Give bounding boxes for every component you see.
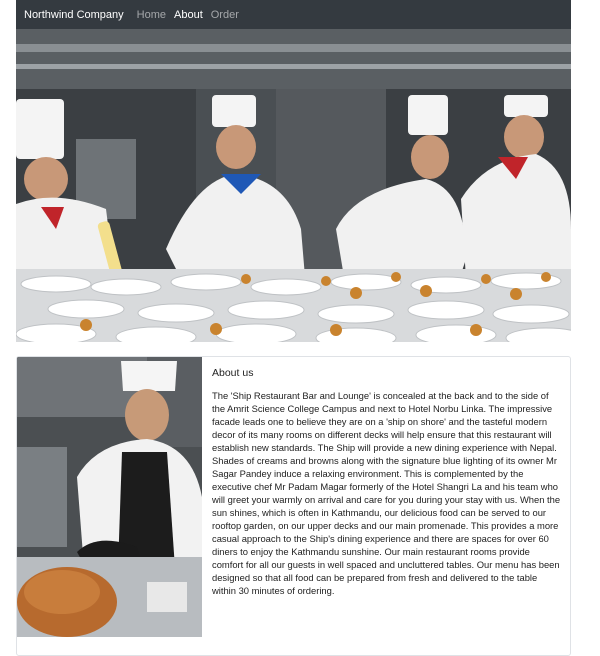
chef-image <box>17 357 202 637</box>
navbar: Northwind Company Home About Order <box>16 0 571 29</box>
nav-link-home[interactable]: Home <box>137 9 166 21</box>
page-container: Northwind Company Home About Order <box>16 0 571 29</box>
hero-image <box>16 29 571 342</box>
nav-link-order[interactable]: Order <box>211 9 239 21</box>
about-card: About us The 'Ship Restaurant Bar and Lo… <box>16 356 571 656</box>
nav-link-about[interactable]: About <box>174 9 203 21</box>
about-paragraph-1: The 'Ship Restaurant Bar and Lounge' is … <box>212 390 557 453</box>
brand-link[interactable]: Northwind Company <box>24 9 124 21</box>
about-card-body: About us The 'Ship Restaurant Bar and Lo… <box>212 367 562 597</box>
about-paragraph-2: Shades of creams and browns along with t… <box>212 455 561 596</box>
about-title: About us <box>212 367 254 379</box>
